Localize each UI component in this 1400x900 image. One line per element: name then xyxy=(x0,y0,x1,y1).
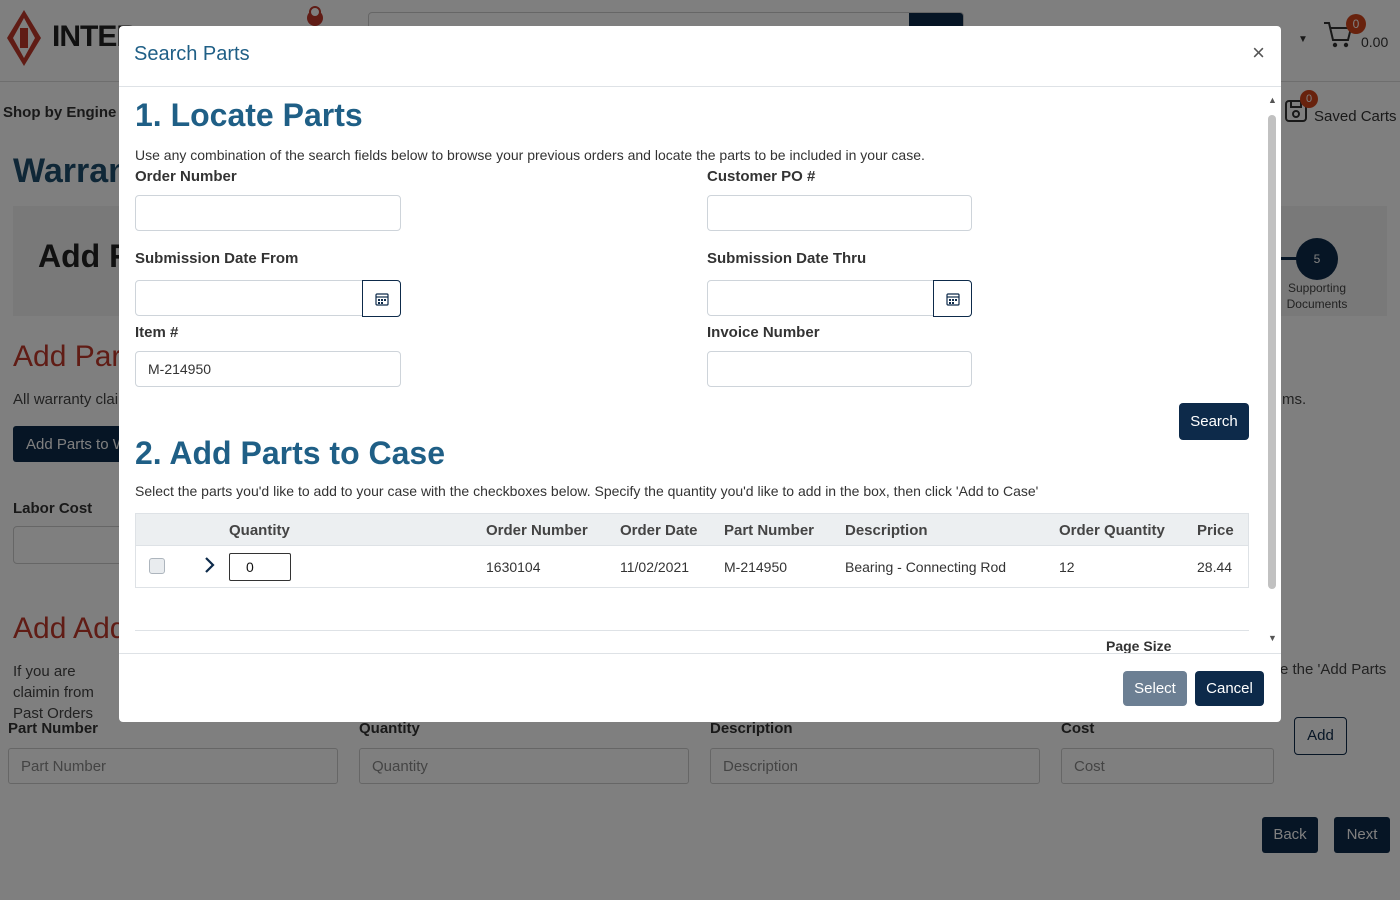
modal-header: Search Parts × xyxy=(119,26,1281,87)
modal-title: Search Parts xyxy=(134,43,250,65)
column-header[interactable]: Quantity xyxy=(229,522,290,539)
date-from-input[interactable] xyxy=(135,280,363,316)
modal-scrollbar[interactable]: ▲ ▼ xyxy=(1266,93,1278,649)
locate-parts-intro: Use any combination of the search fields… xyxy=(135,147,925,163)
search-button[interactable]: Search xyxy=(1179,403,1249,440)
calendar-icon[interactable] xyxy=(933,280,972,317)
cancel-button[interactable]: Cancel xyxy=(1195,671,1264,706)
date-from-label: Submission Date From xyxy=(135,250,299,267)
table-header: Quantity Order Number Order Date Part Nu… xyxy=(135,513,1249,546)
scroll-up-icon[interactable]: ▲ xyxy=(1268,95,1277,105)
locate-parts-heading: 1. Locate Parts xyxy=(135,97,363,133)
chevron-right-icon[interactable] xyxy=(202,554,218,576)
column-header[interactable]: Order Number xyxy=(486,522,588,539)
calendar-icon[interactable] xyxy=(362,280,401,317)
page-size-label: Page Size xyxy=(1106,638,1172,653)
description-cell: Bearing - Connecting Rod xyxy=(845,559,1007,575)
column-header[interactable]: Order Date xyxy=(620,522,698,539)
column-header[interactable]: Order Quantity xyxy=(1059,522,1165,539)
scroll-thumb[interactable] xyxy=(1268,115,1276,589)
invoice-number-label: Invoice Number xyxy=(707,324,820,341)
column-header[interactable]: Price xyxy=(1197,522,1234,539)
select-button[interactable]: Select xyxy=(1123,671,1187,706)
table-row: 0 1630104 11/02/2021 M-214950 Bearing - … xyxy=(135,546,1249,588)
date-thru-input[interactable] xyxy=(707,280,934,316)
customer-po-input[interactable] xyxy=(707,195,972,231)
order-number-cell: 1630104 xyxy=(486,559,541,575)
close-icon[interactable]: × xyxy=(1252,40,1265,66)
column-header[interactable]: Description xyxy=(845,522,928,539)
item-number-input[interactable]: M-214950 xyxy=(135,351,401,387)
add-parts-intro: Select the parts you'd like to add to yo… xyxy=(135,483,1039,499)
modal-footer: Select Cancel xyxy=(119,653,1281,722)
modal-body: 1. Locate Parts Use any combination of t… xyxy=(119,87,1281,653)
parts-table: Quantity Order Number Order Date Part Nu… xyxy=(135,513,1249,588)
scroll-down-icon[interactable]: ▼ xyxy=(1268,633,1277,643)
quantity-input[interactable]: 0 xyxy=(229,553,291,581)
item-number-label: Item # xyxy=(135,324,179,341)
invoice-number-input[interactable] xyxy=(707,351,972,387)
part-number-cell: M-214950 xyxy=(724,559,788,575)
row-checkbox[interactable] xyxy=(149,558,165,574)
price-cell: 28.44 xyxy=(1197,559,1233,575)
divider xyxy=(135,630,1249,631)
customer-po-label: Customer PO # xyxy=(707,168,816,185)
order-quantity-cell: 12 xyxy=(1059,559,1075,575)
order-number-label: Order Number xyxy=(135,168,237,185)
column-header[interactable]: Part Number xyxy=(724,522,814,539)
order-number-input[interactable] xyxy=(135,195,401,231)
add-parts-heading: 2. Add Parts to Case xyxy=(135,435,446,471)
order-date-cell: 11/02/2021 xyxy=(620,559,690,575)
date-thru-label: Submission Date Thru xyxy=(707,250,867,267)
search-parts-modal: Search Parts × 1. Locate Parts Use any c… xyxy=(119,26,1281,722)
